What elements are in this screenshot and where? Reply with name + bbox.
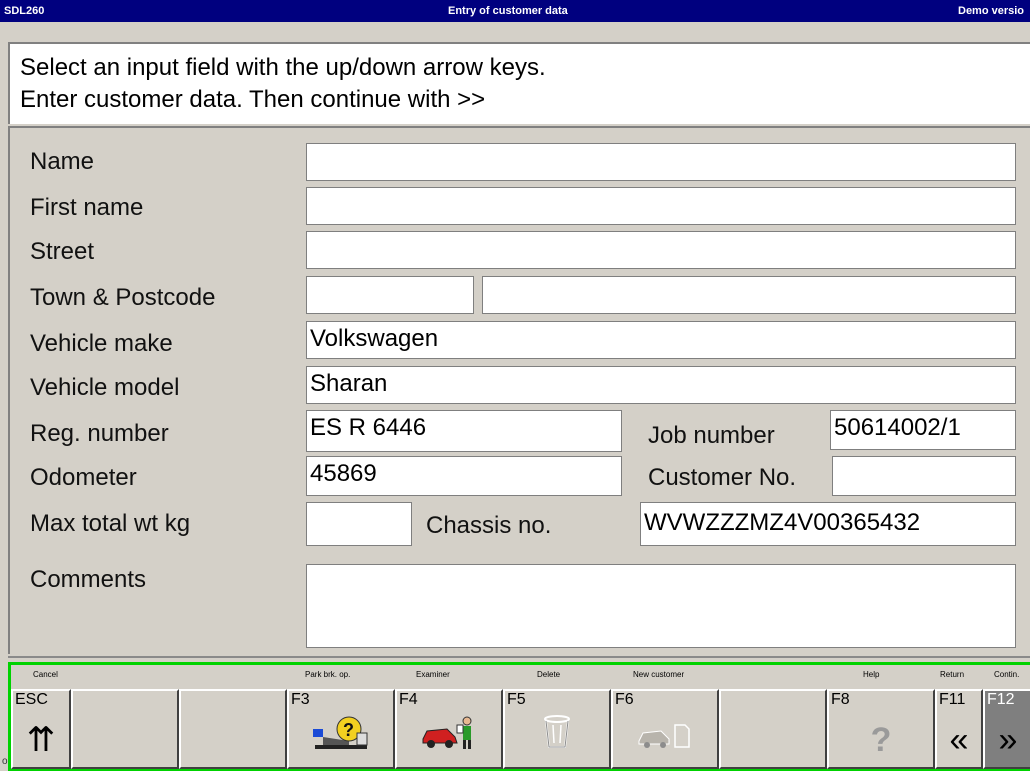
f8-key-label: F8	[831, 691, 850, 708]
job-number-label: Job number	[648, 422, 775, 449]
comments-label: Comments	[30, 566, 147, 593]
f3-key-label: F3	[291, 691, 310, 708]
job-number-field[interactable]: 50614002/1	[830, 410, 1016, 450]
help-question-icon: ?	[870, 721, 892, 759]
instructions-panel: Select an input field with the up/down a…	[8, 42, 1030, 124]
town-postcode-label: Town & Postcode	[30, 284, 216, 311]
name-field[interactable]	[306, 143, 1016, 181]
separator	[8, 656, 1030, 658]
caption-continue: Contin.	[994, 670, 1020, 679]
stray-text: o	[2, 756, 8, 767]
instruction-line-2: Enter customer data. Then continue with …	[20, 86, 486, 113]
f6-key[interactable]: F6	[611, 689, 719, 769]
f4-key-label: F4	[399, 691, 418, 708]
vehicle-model-field[interactable]: Sharan	[306, 366, 1016, 404]
vehicle-make-label: Vehicle make	[30, 330, 173, 357]
instruction-line-1: Select an input field with the up/down a…	[20, 54, 546, 81]
vehicle-make-field[interactable]: Volkswagen	[306, 321, 1016, 359]
f5-key[interactable]: F5	[503, 689, 611, 769]
caption-park-brake: Park brk. op.	[305, 670, 351, 679]
caption-examiner: Examiner	[416, 670, 450, 679]
demo-version-label: Demo versio	[958, 5, 1025, 17]
title-bar: SDL260 Entry of customer data Demo versi…	[0, 0, 1030, 22]
f2-key-blank[interactable]	[179, 689, 287, 769]
svg-text:?: ?	[343, 720, 354, 740]
f11-key[interactable]: F11 «	[935, 689, 983, 769]
f6-key-label: F6	[615, 691, 634, 708]
caption-help: Help	[863, 670, 880, 679]
esc-key[interactable]: ESC ⇈	[11, 689, 71, 769]
reg-number-field[interactable]: ES R 6446	[306, 410, 622, 452]
caption-new-customer: New customer	[633, 670, 685, 679]
town-field[interactable]	[482, 276, 1016, 314]
examiner-car-icon	[397, 711, 501, 759]
f1-key-blank[interactable]	[71, 689, 179, 769]
f4-key[interactable]: F4	[395, 689, 503, 769]
odometer-field[interactable]: 45869	[306, 456, 622, 496]
name-label: Name	[30, 148, 95, 175]
app-name: SDL260	[4, 5, 45, 17]
street-label: Street	[30, 238, 95, 265]
caption-delete: Delete	[537, 670, 561, 679]
new-customer-car-icon	[613, 711, 717, 759]
f8-key[interactable]: F8 ?	[827, 689, 935, 769]
park-brake-help-icon: ?	[289, 711, 393, 759]
window-title: Entry of customer data	[448, 5, 568, 17]
double-left-arrow-icon: «	[949, 721, 969, 759]
chassis-no-label: Chassis no.	[426, 512, 552, 539]
f11-key-label: F11	[939, 691, 966, 708]
trash-bin-icon	[505, 711, 609, 759]
customer-no-field[interactable]	[832, 456, 1016, 496]
function-key-bar: Cancel Park brk. op. Examiner Delete New…	[8, 662, 1030, 771]
caption-cancel: Cancel	[33, 670, 58, 679]
comments-field[interactable]	[306, 564, 1016, 648]
f12-key-label: F12	[987, 691, 1015, 708]
street-field[interactable]	[306, 231, 1016, 269]
vehicle-model-label: Vehicle model	[30, 374, 180, 401]
customer-no-label: Customer No.	[648, 464, 797, 491]
first-name-field[interactable]	[306, 187, 1016, 225]
caption-return: Return	[940, 670, 965, 679]
f3-key[interactable]: F3 ?	[287, 689, 395, 769]
max-total-wt-field[interactable]	[306, 502, 412, 546]
f7-key-blank[interactable]	[719, 689, 827, 769]
app-window: Select an input field with the up/down a…	[0, 22, 1030, 771]
f12-key[interactable]: F12 »	[983, 689, 1030, 769]
double-up-arrow-icon: ⇈	[26, 721, 56, 759]
f5-key-label: F5	[507, 691, 526, 708]
first-name-label: First name	[30, 194, 144, 221]
odometer-label: Odometer	[30, 464, 137, 491]
double-right-arrow-icon: »	[998, 721, 1018, 759]
postcode-field[interactable]	[306, 276, 474, 314]
chassis-no-field[interactable]: WVWZZZMZ4V00365432	[640, 502, 1016, 546]
reg-number-label: Reg. number	[30, 420, 169, 447]
esc-key-label: ESC	[15, 691, 48, 708]
max-total-wt-label: Max total wt kg	[30, 510, 191, 537]
